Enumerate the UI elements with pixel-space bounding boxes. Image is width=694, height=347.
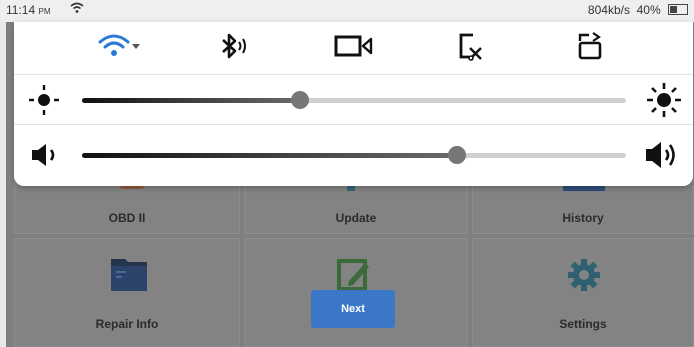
- network-speed: 804kb/s: [587, 3, 630, 17]
- brightness-slider[interactable]: [82, 91, 626, 109]
- rotate-icon: [578, 32, 602, 60]
- volume-low-icon: [32, 144, 55, 166]
- app-settings[interactable]: Settings: [472, 238, 694, 347]
- clock: 11:14 PM: [6, 3, 51, 17]
- app-label: Repair Info: [95, 317, 159, 331]
- brightness-high-icon: [647, 83, 681, 117]
- volume-slider-thumb[interactable]: [448, 146, 467, 164]
- app-repair-info[interactable]: Repair Info: [14, 238, 240, 347]
- wifi-toggle[interactable]: [96, 28, 144, 64]
- screenshot-toggle[interactable]: [446, 28, 494, 64]
- wifi-status-icon: [70, 2, 84, 17]
- brightness-slider-fill: [82, 98, 300, 103]
- gear-icon: [568, 259, 600, 291]
- folder-icon: [111, 259, 147, 291]
- divider: [14, 124, 693, 125]
- volume-slider[interactable]: [82, 146, 626, 164]
- wifi-icon: [98, 34, 140, 56]
- app-label: OBD II: [108, 211, 146, 225]
- battery-level: 40%: [636, 3, 661, 17]
- app-label: Update: [335, 211, 377, 225]
- next-button[interactable]: Next: [311, 290, 395, 328]
- screen-record-toggle[interactable]: [330, 28, 378, 64]
- brightness-slider-thumb[interactable]: [290, 91, 309, 109]
- volume-high-icon: [646, 142, 675, 168]
- volume-slider-fill: [82, 153, 458, 158]
- rotate-toggle[interactable]: [566, 28, 614, 64]
- screen-record-icon: [334, 35, 373, 57]
- app-label: History: [562, 211, 604, 225]
- edit-icon: [337, 259, 369, 291]
- battery-icon: [668, 4, 688, 15]
- bluetooth-toggle[interactable]: [210, 28, 258, 64]
- screenshot-icon: [459, 33, 482, 61]
- app-label: Settings: [559, 317, 607, 331]
- divider: [14, 74, 693, 75]
- bluetooth-icon: [222, 33, 246, 59]
- quick-settings-panel: [14, 22, 693, 186]
- brightness-low-icon: [29, 85, 59, 115]
- status-bar: 11:14 PM 804kb/s 40%: [0, 0, 694, 22]
